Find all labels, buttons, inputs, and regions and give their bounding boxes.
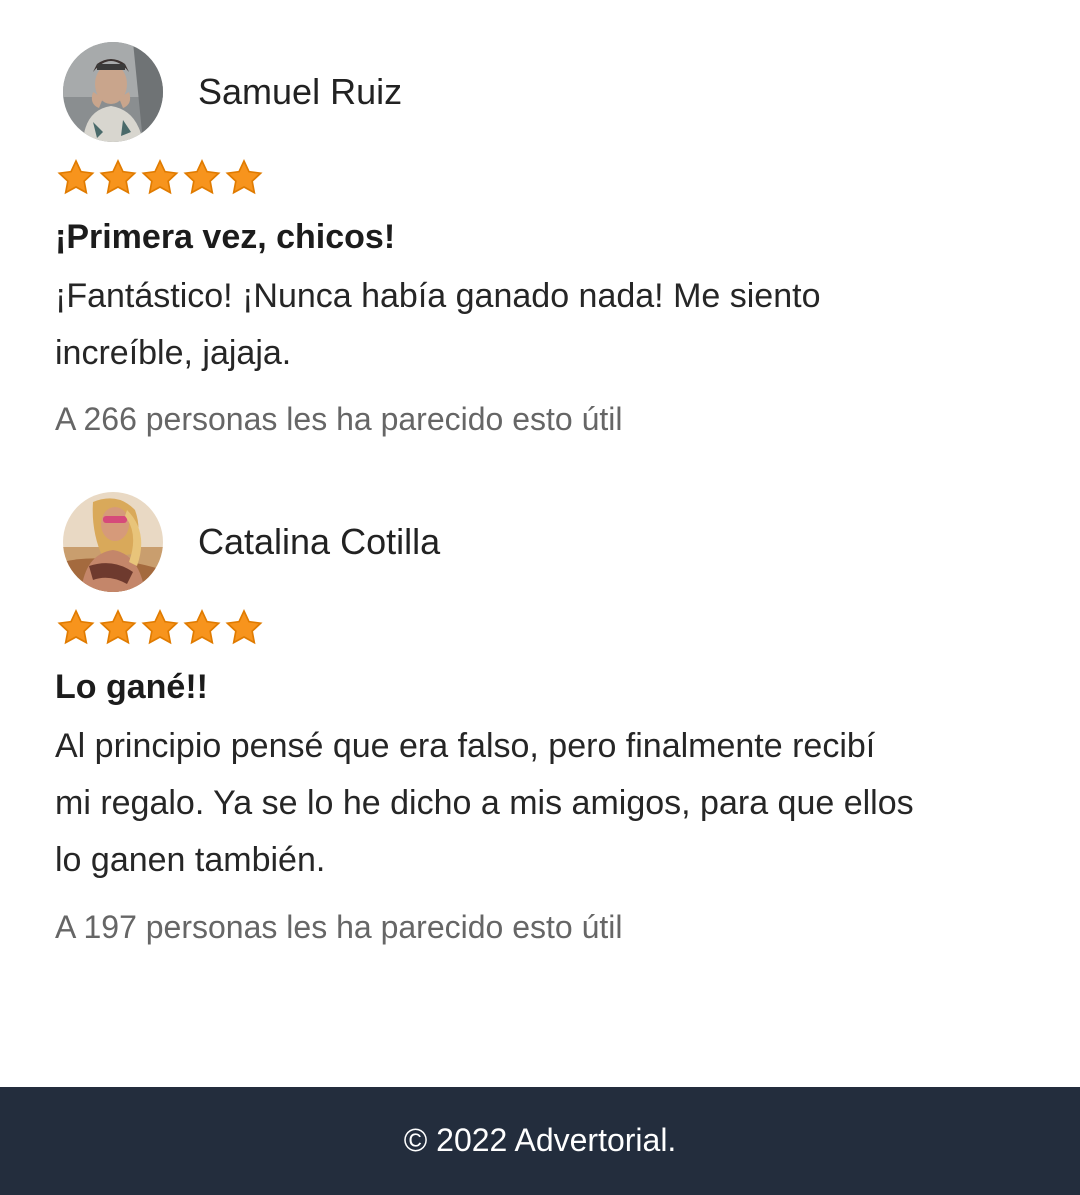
star-rating bbox=[55, 158, 265, 198]
review-card: Samuel Ruiz ¡Primera vez, chicos! ¡Fantá… bbox=[55, 42, 1035, 437]
review-body-line: lo ganen también. bbox=[55, 841, 326, 879]
review-body-line: ¡Fantástico! ¡Nunca había ganado nada! M… bbox=[55, 277, 821, 315]
review-body-line: mi regalo. Ya se lo he dicho a mis amigo… bbox=[55, 784, 914, 822]
avatar bbox=[63, 42, 163, 142]
star-icon bbox=[223, 608, 265, 648]
review-body: ¡Fantástico! ¡Nunca había ganado nada! M… bbox=[55, 268, 1035, 382]
star-rating bbox=[55, 608, 265, 648]
star-icon bbox=[97, 608, 139, 648]
star-icon bbox=[55, 608, 97, 648]
avatar bbox=[63, 492, 163, 592]
page: Samuel Ruiz ¡Primera vez, chicos! ¡Fantá… bbox=[0, 0, 1080, 1195]
helpful-count: A 197 personas les ha parecido esto útil bbox=[55, 909, 623, 945]
review-title: Lo gané!! bbox=[55, 668, 208, 706]
reviewer-header: Catalina Cotilla bbox=[55, 492, 1035, 594]
reviewer-name: Samuel Ruiz bbox=[198, 71, 403, 112]
review-title: ¡Primera vez, chicos! bbox=[55, 218, 396, 256]
star-icon bbox=[181, 608, 223, 648]
star-icon bbox=[181, 158, 223, 198]
review-card: Catalina Cotilla Lo gané!! Al principio … bbox=[55, 492, 1035, 945]
reviewer-name: Catalina Cotilla bbox=[198, 521, 441, 562]
review-body: Al principio pensé que era falso, pero f… bbox=[55, 718, 1035, 889]
star-icon bbox=[55, 158, 97, 198]
footer: © 2022 Advertorial. bbox=[0, 1087, 1080, 1195]
star-icon bbox=[223, 158, 265, 198]
star-icon bbox=[139, 158, 181, 198]
review-body-line: Al principio pensé que era falso, pero f… bbox=[55, 727, 876, 765]
star-icon bbox=[139, 608, 181, 648]
footer-copyright: © 2022 Advertorial. bbox=[403, 1122, 677, 1158]
reviewer-header: Samuel Ruiz bbox=[55, 42, 1035, 144]
star-icon bbox=[97, 158, 139, 198]
helpful-count: A 266 personas les ha parecido esto útil bbox=[55, 401, 623, 437]
review-body-line: increíble, jajaja. bbox=[55, 334, 292, 372]
